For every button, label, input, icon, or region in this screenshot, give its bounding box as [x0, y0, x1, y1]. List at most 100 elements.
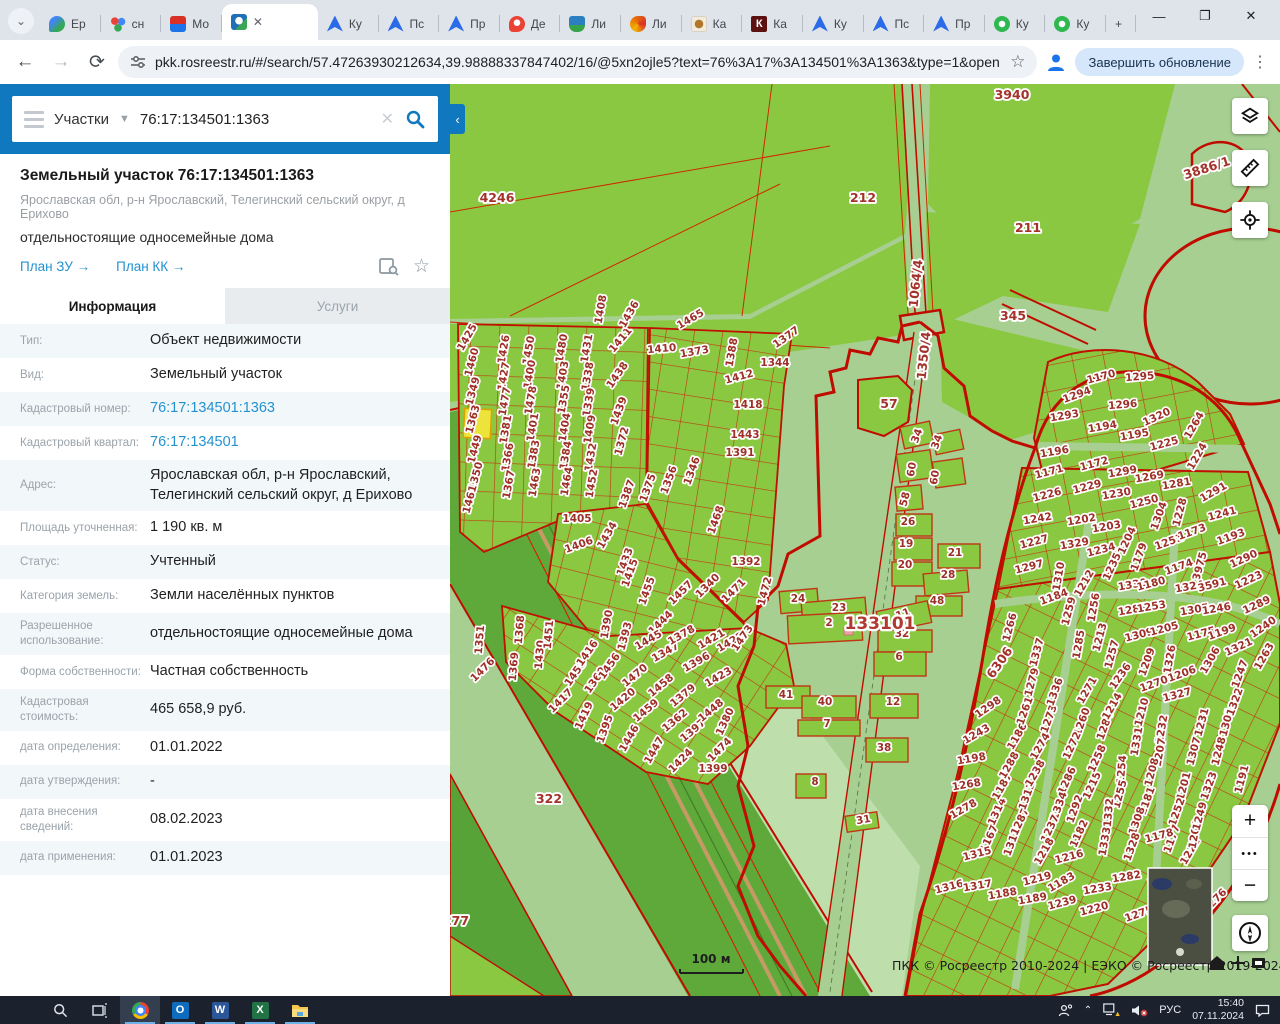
- info-row: Площадь уточненная:1 190 кв. м: [0, 511, 450, 545]
- taskbar-chrome-button[interactable]: [120, 996, 160, 1024]
- taskbar-word-button[interactable]: W: [200, 996, 240, 1024]
- tray-expand-chevron-icon[interactable]: ⌃: [1084, 1005, 1092, 1016]
- zoom-out-button[interactable]: −: [1232, 869, 1268, 901]
- plan-zu-link[interactable]: План ЗУ →: [20, 259, 90, 274]
- browser-tab[interactable]: Пр: [439, 7, 500, 40]
- info-row: Кадастровый номер:76:17:134501:1363: [0, 392, 450, 426]
- reload-button[interactable]: ⟳: [82, 47, 112, 77]
- tab-services[interactable]: Услуги: [225, 288, 450, 324]
- search-category-dropdown[interactable]: Участки: [54, 111, 109, 128]
- info-value: 01.01.2023: [150, 848, 450, 868]
- browser-tab-active[interactable]: ✕: [222, 4, 318, 40]
- info-value: отдельностоящие односемейные дома: [150, 624, 450, 644]
- tab-information[interactable]: Информация: [0, 288, 225, 324]
- browser-tab[interactable]: Пс: [864, 7, 925, 40]
- cadastral-map[interactable]: 1425146013491363144913501461142614271477…: [450, 84, 1280, 996]
- preview-icon[interactable]: [379, 258, 399, 276]
- maximize-button[interactable]: ❐: [1182, 0, 1228, 32]
- locate-object-button[interactable]: [1232, 202, 1268, 238]
- taskbar-excel-button[interactable]: X: [240, 996, 280, 1024]
- browser-tab[interactable]: сн: [101, 7, 162, 40]
- map-footer-icons[interactable]: [1210, 956, 1265, 970]
- kdark-favicon-icon: К: [751, 16, 767, 32]
- parcel-number-label: 31: [855, 813, 871, 827]
- compass-button[interactable]: [1232, 915, 1268, 951]
- plan-kk-link[interactable]: План КК →: [116, 259, 185, 274]
- back-button[interactable]: ←: [10, 47, 40, 77]
- collapse-panel-button[interactable]: ‹: [450, 104, 465, 134]
- info-rows: Тип:Объект недвижимостиВид:Земельный уча…: [0, 324, 450, 875]
- taskbar-start-button[interactable]: [0, 996, 40, 1024]
- browser-tab[interactable]: Мо: [161, 7, 222, 40]
- parcel-number-label: 3940: [995, 87, 1030, 102]
- fullscreen-icon-inner: [1255, 961, 1262, 965]
- minimize-button[interactable]: —: [1136, 0, 1182, 32]
- people-icon[interactable]: [1058, 1004, 1073, 1017]
- new-tab-button[interactable]: +: [1106, 7, 1136, 40]
- basemap-thumbnail[interactable]: [1148, 868, 1212, 965]
- browser-tab[interactable]: Ер: [40, 7, 101, 40]
- zoom-in-button[interactable]: +: [1232, 805, 1268, 837]
- system-tray: ⌃ РУС 15:40 07.11.2024: [1058, 996, 1280, 1024]
- gis-favicon-icon: [1054, 16, 1070, 32]
- clear-search-icon[interactable]: ✕: [381, 109, 394, 129]
- search-icon[interactable]: [404, 108, 426, 130]
- taskbar-search-button[interactable]: [40, 996, 80, 1024]
- bookmark-star-icon[interactable]: ☆: [1010, 52, 1025, 72]
- zoom-control: + ••• −: [1232, 805, 1268, 901]
- menu-burger-icon[interactable]: [24, 111, 44, 128]
- browser-tab[interactable]: Ку: [985, 7, 1046, 40]
- parcel-number-label: 1332: [1102, 798, 1117, 828]
- layers-button[interactable]: [1232, 98, 1268, 134]
- browser-tab[interactable]: Ка: [682, 7, 743, 40]
- browser-tab[interactable]: ККа: [742, 7, 803, 40]
- notification-icon[interactable]: [1255, 1004, 1270, 1017]
- tab-search-chevron-icon[interactable]: ⌄: [8, 8, 34, 34]
- parcel-number-label: 1351: [473, 625, 488, 655]
- browser-tab[interactable]: Де: [500, 7, 561, 40]
- browser-tab[interactable]: Ку: [1045, 7, 1106, 40]
- menu-kebab-icon[interactable]: ⋮: [1250, 52, 1270, 72]
- profile-avatar[interactable]: [1043, 49, 1069, 75]
- search-box[interactable]: Участки ▼ ✕: [12, 96, 438, 142]
- parcel-number-label: 1344: [760, 357, 789, 369]
- browser-tab[interactable]: Ку: [803, 7, 864, 40]
- address-bar[interactable]: pkk.rosreestr.ru/#/search/57.47263930212…: [118, 46, 1037, 78]
- measure-button[interactable]: [1232, 150, 1268, 186]
- nav-favicon-icon: [812, 16, 828, 32]
- browser-tab[interactable]: Пс: [379, 7, 440, 40]
- chevron-down-icon[interactable]: ▼: [119, 113, 130, 125]
- forward-button[interactable]: →: [46, 47, 76, 77]
- parcel-number-label: 1443: [730, 429, 759, 441]
- zoom-more-button[interactable]: •••: [1232, 837, 1268, 869]
- site-settings-icon[interactable]: [130, 54, 146, 70]
- windows-taskbar: OWX ⌃ РУС 15:40 07.11.2024: [0, 996, 1280, 1024]
- update-chrome-button[interactable]: Завершить обновление: [1075, 48, 1244, 76]
- info-label: Тип:: [0, 334, 150, 349]
- info-value-link[interactable]: 76:17:134501:1363: [150, 399, 450, 419]
- tab-close-icon[interactable]: ✕: [253, 15, 263, 29]
- parcel-number-label: 24: [791, 593, 806, 605]
- taskbar-task-view-button[interactable]: [80, 996, 120, 1024]
- close-button[interactable]: ✕: [1228, 0, 1274, 32]
- language-indicator[interactable]: РУС: [1159, 1004, 1181, 1016]
- browser-tab[interactable]: Ли: [621, 7, 682, 40]
- browser-tab[interactable]: Ли: [560, 7, 621, 40]
- search-input[interactable]: [140, 111, 371, 128]
- url-text[interactable]: pkk.rosreestr.ru/#/search/57.47263930212…: [155, 54, 1001, 70]
- date: 07.11.2024: [1192, 1010, 1244, 1023]
- browser-tab[interactable]: Пр: [924, 7, 985, 40]
- taskbar-explorer-button[interactable]: [280, 996, 320, 1024]
- info-value-link[interactable]: 76:17:134501: [150, 433, 450, 453]
- parcel-number-label: 40: [818, 696, 833, 708]
- map-canvas[interactable]: 1425146013491363144913501461142614271477…: [450, 84, 1280, 996]
- taskbar-outlook-button[interactable]: O: [160, 996, 200, 1024]
- volume-muted-icon[interactable]: [1131, 1004, 1148, 1017]
- parcel-number-label: 1410: [647, 342, 677, 357]
- network-warning-icon[interactable]: [1103, 1003, 1120, 1017]
- favorite-star-icon[interactable]: ☆: [413, 255, 430, 278]
- object-usage: отдельностоящие односемейные дома: [20, 229, 430, 245]
- browser-tab[interactable]: Ку: [318, 7, 379, 40]
- window-controls: — ❐ ✕: [1136, 0, 1274, 32]
- clock[interactable]: 15:40 07.11.2024: [1192, 997, 1244, 1022]
